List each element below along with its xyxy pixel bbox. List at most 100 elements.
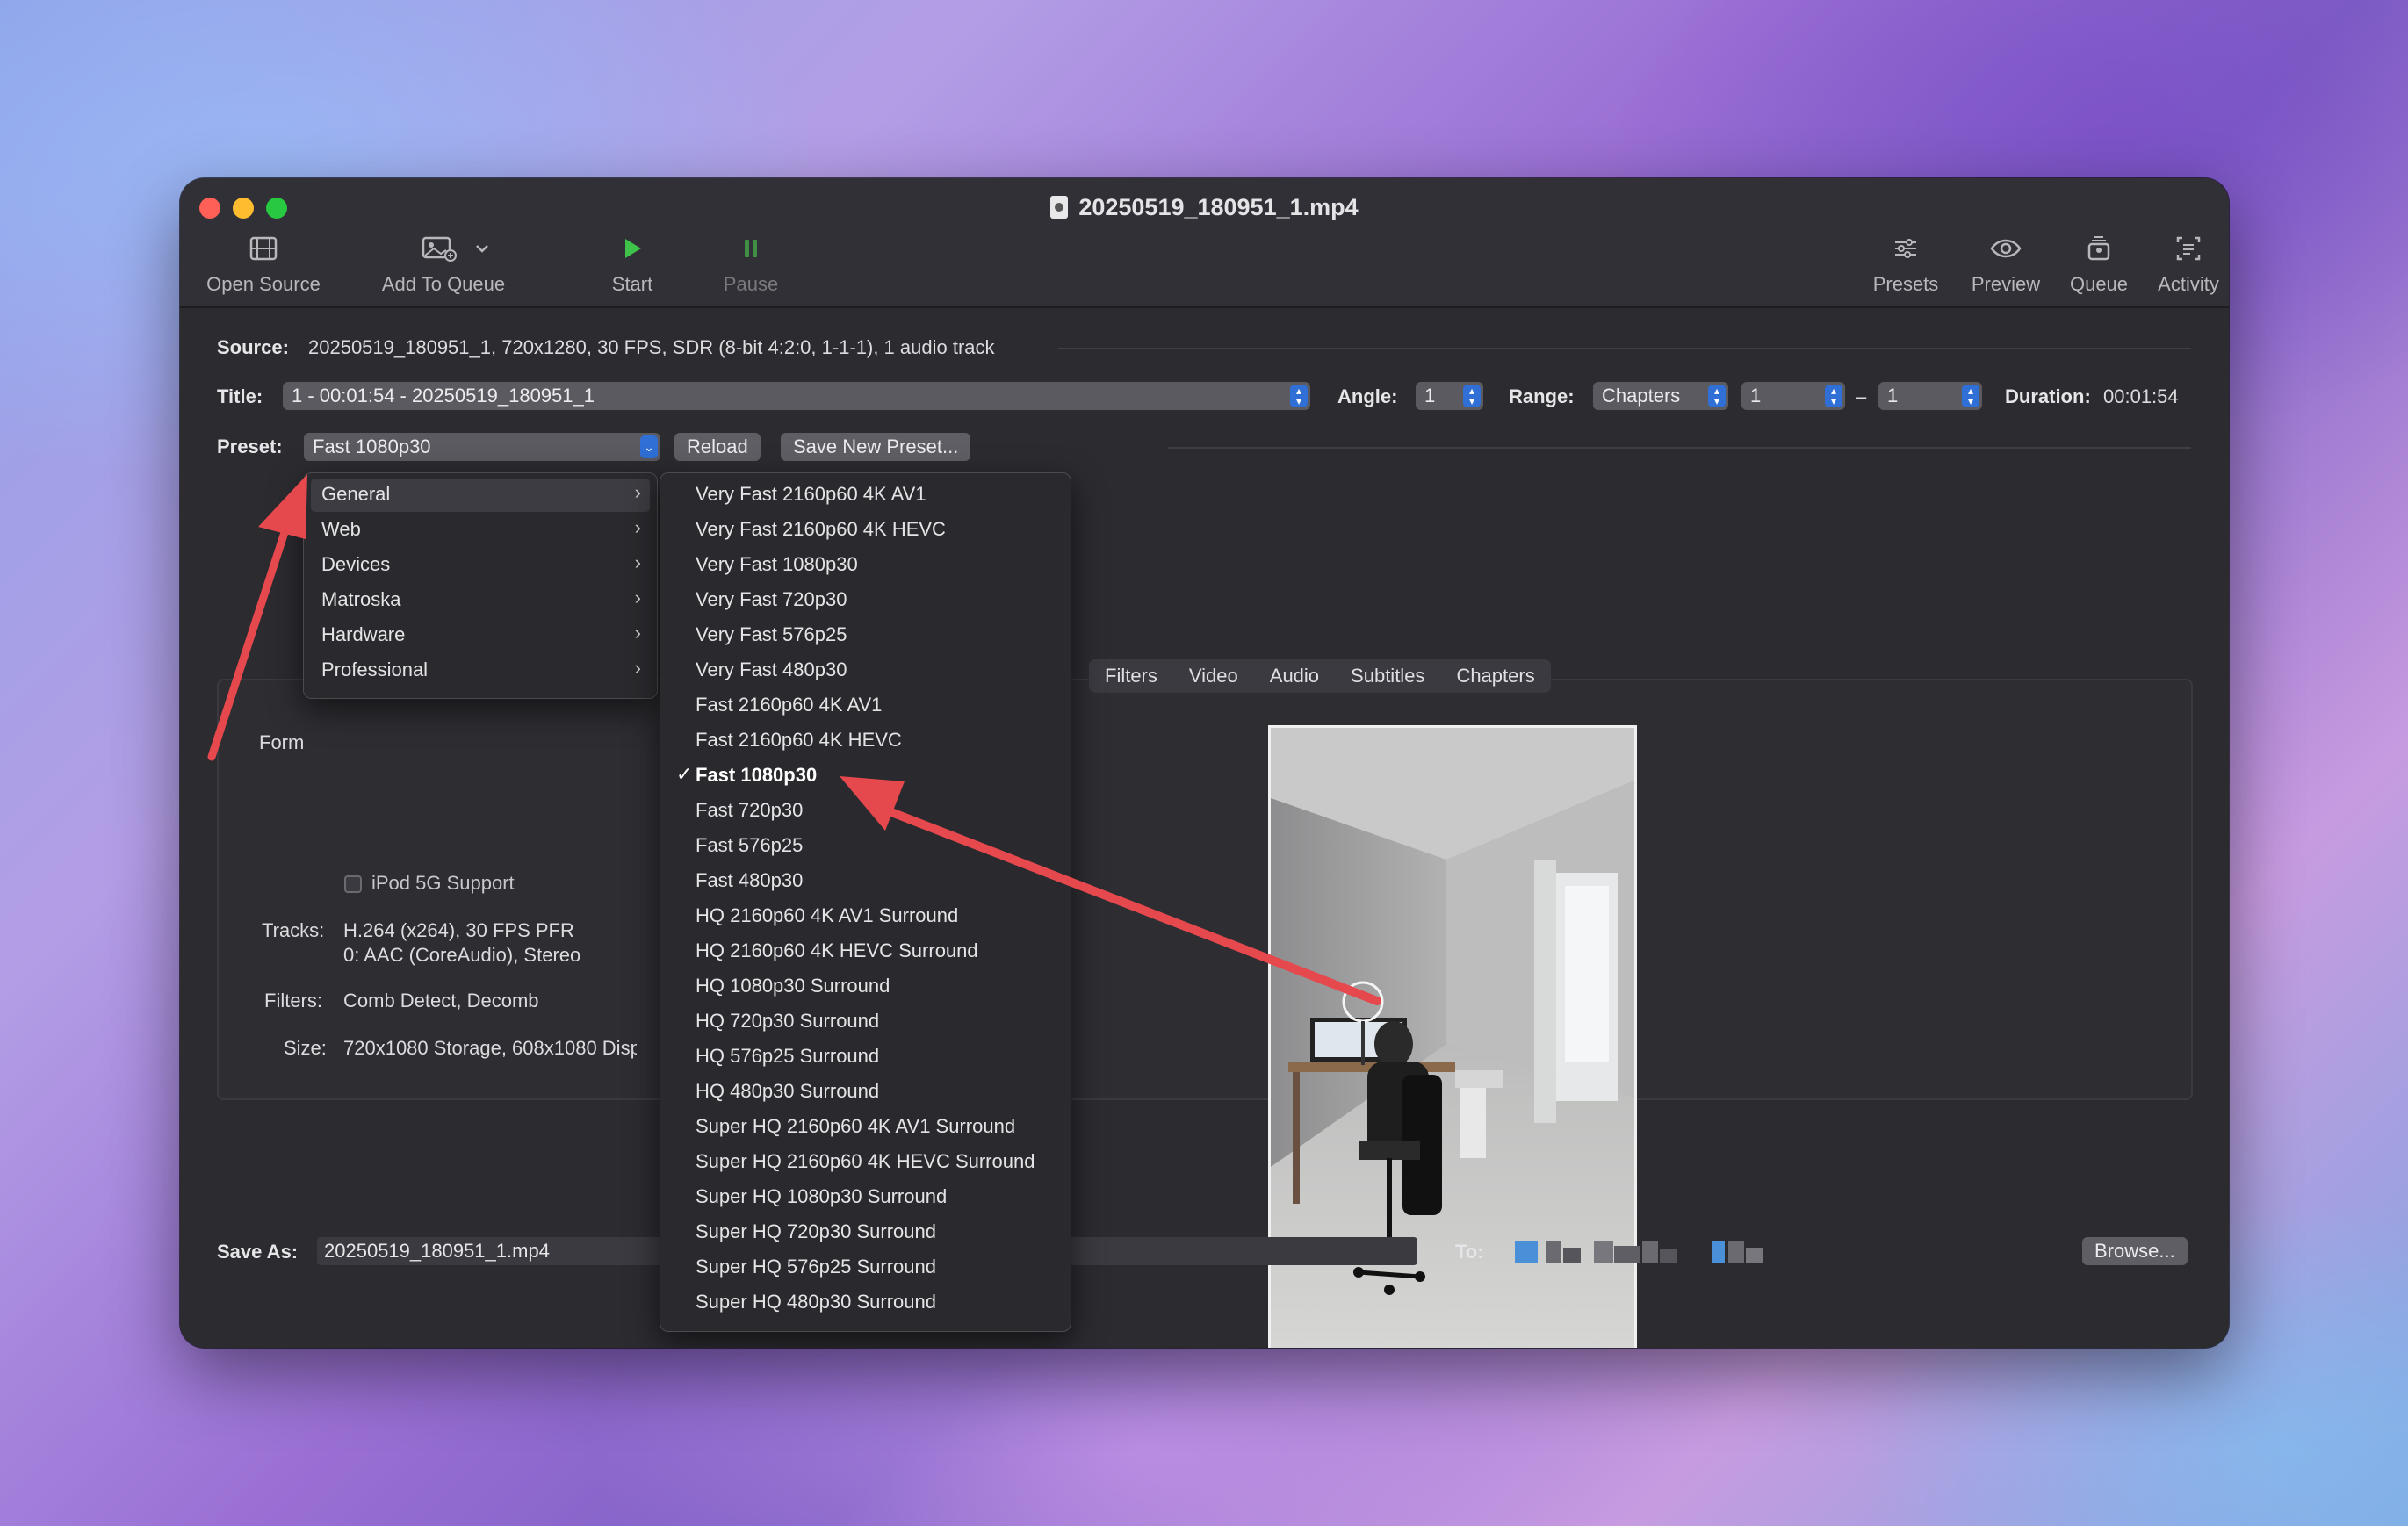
preset-menu-item[interactable]: HQ 2160p60 4K AV1 Surround	[667, 900, 1063, 935]
preset-label: Preset:	[217, 435, 283, 457]
chevron-right-icon: ›	[634, 587, 641, 608]
preset-menu-item[interactable]: HQ 720p30 Surround	[667, 1005, 1063, 1040]
preview-button[interactable]: Preview	[1957, 231, 2054, 296]
menu-item-label: Web	[321, 518, 361, 540]
menu-item-devices[interactable]: Devices ›	[311, 549, 650, 582]
preset-menu-item-label: HQ 576p25 Surround	[696, 1045, 880, 1067]
preset-menu-item[interactable]: Super HQ 2160p60 4K HEVC Surround	[667, 1146, 1063, 1181]
chevron-down-icon[interactable]	[472, 241, 492, 256]
preset-menu-item[interactable]: Fast 2160p60 4K HEVC	[667, 724, 1063, 759]
preset-menu-item[interactable]: Super HQ 480p30 Surround	[667, 1286, 1063, 1321]
title-popup[interactable]: 1 - 00:01:54 - 20250519_180951_1 ▴ ▾	[283, 382, 1310, 410]
preset-menu-item-label: Super HQ 2160p60 4K HEVC Surround	[696, 1150, 1035, 1172]
presets-button[interactable]: Presets	[1857, 231, 1954, 296]
preset-menu-item[interactable]: Fast 2160p60 4K AV1	[667, 689, 1063, 724]
menu-item-web[interactable]: Web ›	[311, 514, 650, 547]
tab-audio[interactable]: Audio	[1254, 659, 1335, 693]
preset-menu-item[interactable]: Super HQ 2160p60 4K AV1 Surround	[667, 1111, 1063, 1146]
angle-popup[interactable]: 1 ▴ ▾	[1416, 382, 1483, 410]
preset-menu-item[interactable]: Very Fast 2160p60 4K AV1	[667, 479, 1063, 514]
activity-button[interactable]: Activity	[2145, 231, 2229, 296]
to-label: To:	[1455, 1241, 1484, 1263]
preset-menu-item-label: Fast 720p30	[696, 799, 804, 821]
open-source-button[interactable]: Open Source	[198, 231, 329, 296]
activity-icon	[2145, 231, 2229, 266]
tab-filters[interactable]: Filters	[1089, 659, 1173, 693]
tab-subtitles[interactable]: Subtitles	[1335, 659, 1440, 693]
tab-video[interactable]: Video	[1173, 659, 1254, 693]
range-popup[interactable]: Chapters ▴ ▾	[1593, 382, 1728, 410]
format-label-partial: Form	[259, 731, 305, 753]
preset-menu-item[interactable]: Fast 480p30	[667, 865, 1063, 900]
preset-menu-item-label: HQ 2160p60 4K AV1 Surround	[696, 904, 959, 926]
preset-menu-item-label: Fast 2160p60 4K AV1	[696, 694, 883, 716]
menu-item-hardware[interactable]: Hardware ›	[311, 619, 650, 652]
preset-menu-item[interactable]: Very Fast 720p30	[667, 584, 1063, 619]
settings-tabs: Filters Video Audio Subtitles Chapters	[1089, 659, 1551, 693]
range-start-value: 1	[1750, 385, 1762, 407]
menu-item-label: General	[321, 483, 391, 505]
preset-menu-item[interactable]: Fast 720p30	[667, 795, 1063, 830]
size-value: 720x1080 Storage, 608x1080 Disp	[343, 1037, 637, 1059]
filters-label: Filters:	[264, 990, 322, 1011]
range-end-popup[interactable]: 1 ▴ ▾	[1878, 382, 1982, 410]
chevron-right-icon: ›	[634, 622, 641, 644]
start-button[interactable]: Start	[580, 231, 685, 296]
angle-label: Angle:	[1337, 385, 1398, 407]
preset-menu-item-label: HQ 480p30 Surround	[696, 1080, 880, 1102]
preset-menu-item-label: Very Fast 720p30	[696, 588, 847, 610]
range-start-popup[interactable]: 1 ▴ ▾	[1741, 382, 1845, 410]
main-content: Source: 20250519_180951_1, 720x1280, 30 …	[180, 308, 2229, 1348]
chevron-right-icon: ›	[634, 481, 641, 503]
destination-path-redacted[interactable]	[1510, 1239, 1809, 1265]
ipod-5g-checkbox[interactable]	[344, 875, 362, 893]
browse-button[interactable]: Browse...	[2082, 1237, 2188, 1265]
filters-value: Comb Detect, Decomb	[343, 990, 539, 1011]
chevron-down-icon: ⌄	[640, 435, 658, 458]
preset-menu-item[interactable]: Very Fast 1080p30	[667, 549, 1063, 584]
preset-menu-item-label: Super HQ 576p25 Surround	[696, 1256, 936, 1278]
range-label: Range:	[1509, 385, 1575, 407]
pause-button[interactable]: Pause	[698, 231, 804, 296]
activity-label: Activity	[2158, 273, 2219, 295]
preset-menu-item[interactable]: Super HQ 1080p30 Surround	[667, 1181, 1063, 1216]
source-value: 20250519_180951_1, 720x1280, 30 FPS, SDR…	[308, 336, 995, 358]
preset-menu-item[interactable]: HQ 2160p60 4K HEVC Surround	[667, 935, 1063, 970]
preset-menu-item[interactable]: ✓ Fast 1080p30	[667, 759, 1063, 795]
add-to-queue-icon-group	[378, 231, 536, 266]
preset-menu-item-label: Very Fast 576p25	[696, 623, 847, 645]
preset-menu-item[interactable]: Very Fast 2160p60 4K HEVC	[667, 514, 1063, 549]
reload-button[interactable]: Reload	[674, 433, 761, 461]
menu-item-label: Devices	[321, 553, 391, 575]
preset-menu-item[interactable]: HQ 1080p30 Surround	[667, 970, 1063, 1005]
preview-label: Preview	[1971, 273, 2041, 295]
queue-button[interactable]: Queue	[2055, 231, 2143, 296]
add-to-queue-button[interactable]: Add To Queue	[378, 231, 536, 296]
menu-item-matroska[interactable]: Matroska ›	[311, 584, 650, 617]
angle-value: 1	[1424, 385, 1436, 407]
menu-item-general[interactable]: General ›	[311, 479, 650, 512]
preset-menu-item-label: Very Fast 1080p30	[696, 553, 858, 575]
queue-icon	[2055, 231, 2143, 266]
tab-chapters[interactable]: Chapters	[1440, 659, 1550, 693]
menu-item-professional[interactable]: Professional ›	[311, 654, 650, 687]
open-source-label: Open Source	[206, 273, 321, 295]
preset-menu-item-label: Fast 1080p30	[696, 764, 818, 786]
preset-menu-item[interactable]: HQ 480p30 Surround	[667, 1076, 1063, 1111]
preset-menu-item[interactable]: Super HQ 576p25 Surround	[667, 1251, 1063, 1286]
tracks-video-value: H.264 (x264), 30 FPS PFR	[343, 919, 574, 941]
save-new-preset-button[interactable]: Save New Preset...	[781, 433, 971, 461]
film-icon	[198, 231, 329, 266]
preset-menu-item[interactable]: Very Fast 480p30	[667, 654, 1063, 689]
preset-popup[interactable]: Fast 1080p30 ⌄	[304, 433, 660, 461]
preset-menu-item[interactable]: Fast 576p25	[667, 830, 1063, 865]
updown-stepper-icon: ▴ ▾	[1463, 385, 1481, 407]
preset-menu-item[interactable]: Super HQ 720p30 Surround	[667, 1216, 1063, 1251]
preset-menu-item[interactable]: HQ 576p25 Surround	[667, 1040, 1063, 1076]
preset-menu-item[interactable]: Very Fast 576p25	[667, 619, 1063, 654]
range-end-value: 1	[1887, 385, 1899, 407]
window-title-text: 20250519_180951_1.mp4	[1078, 194, 1359, 220]
duration-label: Duration:	[2005, 385, 2091, 407]
start-label: Start	[611, 273, 653, 295]
updown-stepper-icon: ▴ ▾	[1962, 385, 1979, 407]
